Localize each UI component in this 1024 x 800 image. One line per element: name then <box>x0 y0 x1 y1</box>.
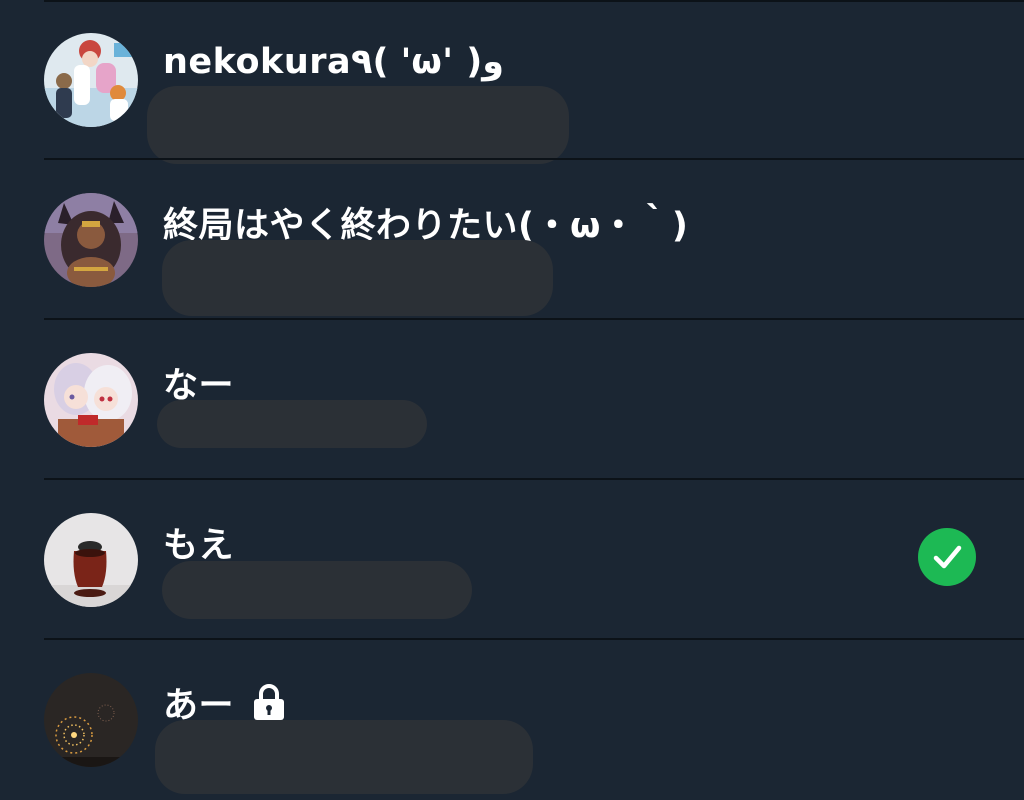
redacted-bar <box>147 86 569 164</box>
contact-name: もえ <box>163 525 235 566</box>
contact-name-line: もえ <box>163 519 235 566</box>
lock-icon <box>254 684 285 720</box>
contact-name-line: 終局はやく終わりたい(・ω・｀) <box>163 199 688 246</box>
contact-list: nekokura٩( 'ω' )و 終局はやく終わりたい(・ω・｀) なー もえ… <box>0 0 1024 800</box>
redacted-bar <box>157 400 427 448</box>
redacted-bar <box>162 561 472 619</box>
contact-row-3[interactable]: なー <box>0 320 1024 480</box>
contact-row-4[interactable]: もえ <box>0 480 1024 640</box>
redacted-bar <box>155 720 533 794</box>
contact-name-line: あー <box>163 679 286 726</box>
contact-name-line: nekokura٩( 'ω' )و <box>163 39 504 85</box>
avatar <box>44 513 138 607</box>
contact-row-5[interactable]: あー <box>0 640 1024 800</box>
contact-row-2[interactable]: 終局はやく終わりたい(・ω・｀) <box>0 160 1024 320</box>
avatar <box>44 33 138 127</box>
redacted-bar <box>162 240 553 316</box>
avatar <box>44 193 138 287</box>
avatar <box>44 353 138 447</box>
contact-name-line: なー <box>163 359 234 406</box>
contact-row-nekokura[interactable]: nekokura٩( 'ω' )و <box>0 0 1024 164</box>
avatar <box>44 673 138 767</box>
contact-name: nekokura٩( 'ω' )و <box>163 42 504 82</box>
check-circle-icon <box>918 528 976 586</box>
